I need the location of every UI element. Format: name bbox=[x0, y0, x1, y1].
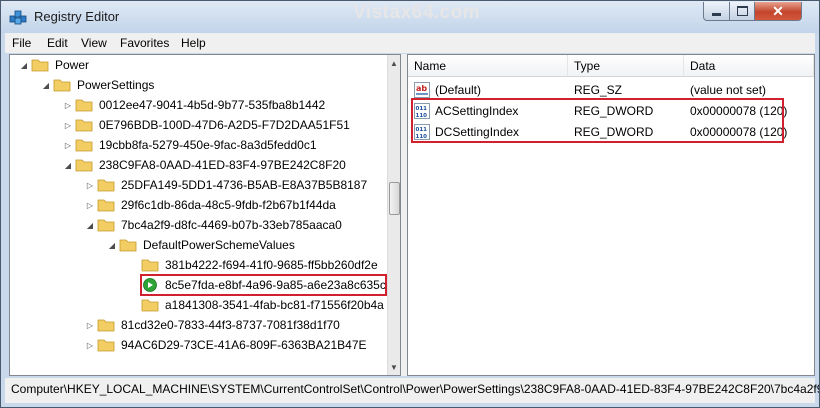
expanded-arrow-icon[interactable]: ◢ bbox=[86, 221, 94, 230]
tree-node-label: Power bbox=[55, 58, 90, 72]
tree-node-label: PowerSettings bbox=[77, 78, 155, 92]
tree-node-label: 381b4222-f694-41f0-9685-ff5bb260df2e bbox=[165, 258, 378, 272]
tree-node-label: 0E796BDB-100D-47D6-A2D5-F7D2DAA51F51 bbox=[99, 118, 350, 132]
maximize-icon bbox=[736, 6, 748, 16]
tree-node[interactable]: ◢ 7bc4a2f9-d8fc-4469-b07b-33eb785aaca0 bbox=[86, 215, 342, 235]
folder-icon bbox=[141, 299, 159, 312]
selected-key-highlight-box bbox=[140, 274, 387, 296]
expanded-arrow-icon[interactable]: ◢ bbox=[108, 241, 116, 250]
tree-node-label: 94AC6D29-73CE-41A6-809F-6363BA21B47E bbox=[121, 338, 367, 352]
menu-help[interactable]: Help bbox=[181, 36, 206, 50]
tree-node-label: 7bc4a2f9-d8fc-4469-b07b-33eb785aaca0 bbox=[121, 218, 342, 232]
value-row-default[interactable]: ab (Default) REG_SZ (value not set) bbox=[408, 80, 814, 100]
tree-node-label: 238C9FA8-0AAD-41ED-83F4-97BE242C8F20 bbox=[99, 158, 346, 172]
registry-editor-window: Registry Editor Vistax64.com ✕ File Edit… bbox=[0, 0, 820, 408]
tree-vertical-scrollbar[interactable]: ▲ ▼ bbox=[387, 55, 400, 375]
registry-editor-icon bbox=[9, 10, 27, 25]
tree-node-label: DefaultPowerSchemeValues bbox=[143, 238, 295, 252]
tree-node[interactable]: a1841308-3541-4fab-bc81-f71556f20b4a bbox=[141, 295, 384, 315]
tree-node-label: 19cbb8fa-5279-450e-9fac-8a3d5fedd0c1 bbox=[99, 138, 317, 152]
menu-edit[interactable]: Edit bbox=[47, 36, 68, 50]
minimize-button[interactable] bbox=[703, 2, 730, 21]
expanded-arrow-icon[interactable]: ◢ bbox=[20, 61, 28, 70]
tree-node[interactable]: ▷ 25DFA149-5DD1-4736-B5AB-E8A37B5B8187 bbox=[86, 175, 367, 195]
menu-bar: File Edit View Favorites Help bbox=[5, 33, 815, 53]
folder-icon bbox=[141, 259, 159, 272]
value-type: REG_SZ bbox=[574, 83, 623, 97]
folder-icon bbox=[119, 239, 137, 252]
window-title: Registry Editor bbox=[34, 9, 120, 24]
scroll-down-arrow-icon[interactable]: ▼ bbox=[390, 363, 398, 372]
collapsed-arrow-icon[interactable]: ▷ bbox=[64, 121, 72, 130]
minimize-icon bbox=[712, 12, 721, 16]
dword-values-highlight-box bbox=[411, 98, 784, 143]
current-key-path: Computer\HKEY_LOCAL_MACHINE\SYSTEM\Curre… bbox=[11, 382, 820, 396]
collapsed-arrow-icon[interactable]: ▷ bbox=[86, 181, 94, 190]
scroll-up-arrow-icon[interactable]: ▲ bbox=[390, 59, 398, 68]
folder-icon bbox=[97, 199, 115, 212]
tree-node[interactable]: ▷ 19cbb8fa-5279-450e-9fac-8a3d5fedd0c1 bbox=[64, 135, 317, 155]
registry-key-tree[interactable]: ◢ Power ◢ PowerSettings ▷ 0012ee47-9041-… bbox=[9, 54, 401, 376]
tree-node[interactable]: ▷ 0E796BDB-100D-47D6-A2D5-F7D2DAA51F51 bbox=[64, 115, 350, 135]
tree-node[interactable]: ▷ 29f6c1db-86da-48c5-9fdb-f2b67b1f44da bbox=[86, 195, 336, 215]
value-name: (Default) bbox=[435, 83, 482, 97]
collapsed-arrow-icon[interactable]: ▷ bbox=[86, 201, 94, 210]
folder-icon bbox=[97, 219, 115, 232]
string-value-icon: ab bbox=[414, 82, 430, 98]
menu-file[interactable]: File bbox=[12, 36, 31, 50]
collapsed-arrow-icon[interactable]: ▷ bbox=[86, 321, 94, 330]
watermark: Vistax64.com bbox=[353, 2, 481, 23]
folder-icon bbox=[97, 319, 115, 332]
close-icon: ✕ bbox=[772, 2, 784, 19]
scrollbar-thumb[interactable] bbox=[389, 182, 400, 215]
close-button[interactable]: ✕ bbox=[754, 2, 802, 21]
expanded-arrow-icon[interactable]: ◢ bbox=[64, 161, 72, 170]
tree-node-label: 29f6c1db-86da-48c5-9fdb-f2b67b1f44da bbox=[121, 198, 336, 212]
svg-text:ab: ab bbox=[416, 84, 427, 93]
status-bar: Computer\HKEY_LOCAL_MACHINE\SYSTEM\Curre… bbox=[5, 378, 819, 403]
column-header-type[interactable]: Type bbox=[568, 55, 684, 77]
value-data: (value not set) bbox=[690, 83, 767, 97]
menu-view[interactable]: View bbox=[81, 36, 107, 50]
tree-node[interactable]: ▷ 0012ee47-9041-4b5d-9b77-535fba8b1442 bbox=[64, 95, 325, 115]
folder-icon bbox=[97, 339, 115, 352]
folder-icon bbox=[53, 79, 71, 92]
tree-node-label: 25DFA149-5DD1-4736-B5AB-E8A37B5B8187 bbox=[121, 178, 368, 192]
tree-node[interactable]: ◢ 238C9FA8-0AAD-41ED-83F4-97BE242C8F20 bbox=[64, 155, 346, 175]
tree-node[interactable]: 381b4222-f694-41f0-9685-ff5bb260df2e bbox=[141, 255, 378, 275]
tree-node[interactable]: ◢ DefaultPowerSchemeValues bbox=[108, 235, 295, 255]
tree-node-label: a1841308-3541-4fab-bc81-f71556f20b4a bbox=[165, 298, 384, 312]
folder-icon bbox=[75, 139, 93, 152]
tree-node-label: 0012ee47-9041-4b5d-9b77-535fba8b1442 bbox=[99, 98, 326, 112]
tree-node-powersettings[interactable]: ◢ PowerSettings bbox=[42, 75, 154, 95]
collapsed-arrow-icon[interactable]: ▷ bbox=[86, 341, 94, 350]
tree-node-label: 81cd32e0-7833-44f3-8737-7081f38d1f70 bbox=[121, 318, 340, 332]
maximize-button[interactable] bbox=[729, 2, 755, 21]
column-header-name[interactable]: Name bbox=[408, 55, 568, 77]
tree-node-power[interactable]: ◢ Power bbox=[20, 55, 89, 75]
tree-node[interactable]: ▷ 81cd32e0-7833-44f3-8737-7081f38d1f70 bbox=[86, 315, 340, 335]
folder-icon bbox=[75, 119, 93, 132]
title-bar[interactable]: Registry Editor Vistax64.com ✕ bbox=[1, 1, 819, 33]
column-header-data[interactable]: Data bbox=[684, 55, 814, 77]
folder-icon bbox=[75, 99, 93, 112]
collapsed-arrow-icon[interactable]: ▷ bbox=[64, 141, 72, 150]
tree-node[interactable]: ▷ 94AC6D29-73CE-41A6-809F-6363BA21B47E bbox=[86, 335, 367, 355]
collapsed-arrow-icon[interactable]: ▷ bbox=[64, 101, 72, 110]
registry-values-list[interactable]: Name Type Data ab (Default) REG_SZ (valu… bbox=[407, 54, 815, 376]
expanded-arrow-icon[interactable]: ◢ bbox=[42, 81, 50, 90]
folder-icon bbox=[97, 179, 115, 192]
menu-favorites[interactable]: Favorites bbox=[120, 36, 169, 50]
folder-icon bbox=[75, 159, 93, 172]
folder-icon bbox=[31, 59, 49, 72]
